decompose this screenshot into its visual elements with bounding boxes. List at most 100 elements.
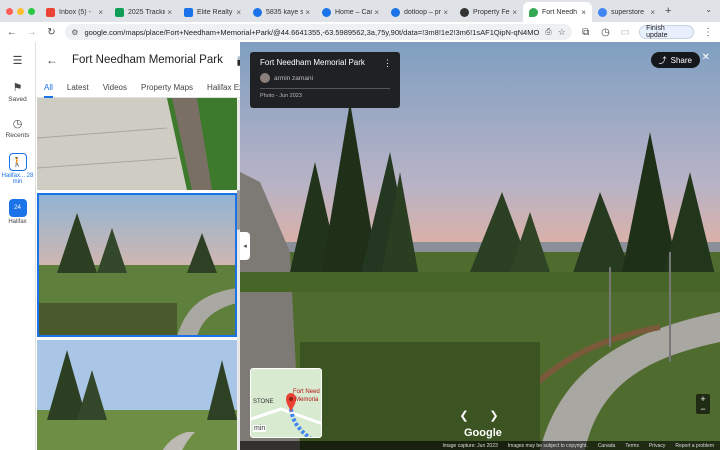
- previous-photo-button[interactable]: ❮: [454, 406, 474, 424]
- zoom-in-button[interactable]: +: [696, 394, 710, 404]
- photo-thumbnail[interactable]: [37, 98, 237, 190]
- star-icon[interactable]: ☆: [558, 27, 566, 38]
- tab-tracking[interactable]: 2025 Trackin ×: [109, 2, 178, 22]
- history-icon: ◷: [12, 118, 23, 130]
- forward-arrow-icon[interactable]: →: [26, 27, 38, 38]
- photos-panel: ← Fort Needham Memorial Park 📷 All Lates…: [36, 42, 240, 450]
- close-tab-icon[interactable]: ×: [236, 8, 241, 17]
- address-bar[interactable]: ⚙ google.com/maps/place/Fort+Needham+Mem…: [65, 24, 572, 40]
- collapse-panel-button[interactable]: ◂: [240, 232, 250, 260]
- tab-dotloop[interactable]: dotloop – pr ×: [385, 2, 454, 22]
- tab-home[interactable]: Home – Can ×: [316, 2, 385, 22]
- maximize-window-button[interactable]: [28, 7, 35, 15]
- new-tab-button[interactable]: +: [665, 5, 671, 17]
- walking-icon: 🚶: [8, 153, 27, 171]
- browser-window: Inbox (5) - × 2025 Trackin × Elite Realty…: [0, 0, 720, 450]
- close-tab-icon[interactable]: ×: [98, 8, 103, 17]
- tab-halifax-explorer[interactable]: Halifax Ex: [207, 83, 240, 92]
- window-controls: [0, 7, 40, 15]
- recents-button[interactable]: ◷ Recents: [6, 117, 30, 139]
- tab-property[interactable]: Property Fe ×: [454, 2, 523, 22]
- minimize-window-button[interactable]: [17, 7, 24, 15]
- close-icon[interactable]: ✕: [702, 52, 710, 63]
- chevron-down-icon[interactable]: ⌄: [705, 5, 712, 14]
- site-info-icon[interactable]: ⚙: [71, 28, 78, 37]
- close-tab-icon[interactable]: ×: [167, 8, 172, 17]
- site-icon: [253, 7, 262, 17]
- photo-viewer[interactable]: Fort Needham Memorial Park armin zamani …: [240, 42, 720, 450]
- tab-videos[interactable]: Videos: [103, 83, 127, 92]
- maps-pin-icon: [529, 7, 538, 17]
- hamburger-menu-icon[interactable]: ☰: [13, 54, 23, 67]
- bookmark-icon: ⚑: [12, 82, 23, 94]
- map-footer: Image capture: Jun 2023 Images may be su…: [240, 441, 720, 450]
- close-tab-icon[interactable]: ×: [305, 8, 310, 17]
- more-options-icon[interactable]: ⋮: [383, 58, 392, 69]
- side-rail: ☰ ⚑ Saved ◷ Recents 🚶 Halifax... 28 min …: [0, 42, 36, 450]
- tab-fort-needham[interactable]: Fort Needh ×: [523, 2, 592, 22]
- photo-author[interactable]: armin zamani: [260, 73, 390, 83]
- footer-link-canada[interactable]: Canada: [598, 443, 616, 449]
- reload-icon[interactable]: ↻: [46, 27, 58, 38]
- recent-item-halifax[interactable]: 24 Halifax: [8, 199, 27, 225]
- google-icon: [598, 7, 607, 17]
- photo-category-tabs: All Latest Videos Property Maps Halifax …: [36, 78, 240, 98]
- gmail-icon: [46, 7, 55, 17]
- tab-all[interactable]: All: [44, 83, 53, 98]
- photo-thumbnail[interactable]: [37, 340, 237, 450]
- divider: [260, 88, 390, 89]
- zoom-controls: + −: [696, 394, 710, 414]
- panel-header: ← Fort Needham Memorial Park 📷: [36, 42, 240, 78]
- next-photo-button[interactable]: ❯: [484, 406, 504, 424]
- tab-bar: Inbox (5) - × 2025 Trackin × Elite Realty…: [0, 0, 720, 22]
- map-label: Memoria: [295, 397, 319, 403]
- close-tab-icon[interactable]: ×: [650, 8, 655, 17]
- map-label: min: [253, 425, 267, 432]
- photo-info-card: Fort Needham Memorial Park armin zamani …: [250, 52, 400, 108]
- browser-toolbar: ← → ↻ ⚙ google.com/maps/place/Fort+Needh…: [0, 22, 720, 42]
- minimap[interactable]: STONE Fort Need Memoria min: [250, 368, 322, 438]
- site-icon: [184, 7, 193, 17]
- photo-date: Photo - Jun 2023: [260, 93, 302, 99]
- footer-link-terms[interactable]: Terms: [625, 443, 639, 449]
- sheets-icon: [115, 7, 124, 17]
- install-icon[interactable]: ⎙: [545, 27, 551, 37]
- footer-link-privacy[interactable]: Privacy: [649, 443, 665, 449]
- tab-superstore[interactable]: superstore ×: [592, 2, 661, 22]
- park-sunset-photo: [37, 193, 237, 337]
- site-icon: [391, 7, 400, 17]
- close-tab-icon[interactable]: ×: [374, 8, 379, 17]
- maps-app: ☰ ⚑ Saved ◷ Recents 🚶 Halifax... 28 min …: [0, 42, 720, 450]
- avatar: [260, 73, 270, 83]
- recent-thumbnail: 24: [8, 199, 27, 217]
- place-name[interactable]: Fort Needham Memorial Park: [260, 58, 390, 67]
- tab-kaye-st[interactable]: 5835 kaye st ×: [247, 2, 316, 22]
- zoom-out-button[interactable]: −: [696, 404, 710, 414]
- close-tab-icon[interactable]: ×: [443, 8, 448, 17]
- saved-button[interactable]: ⚑ Saved: [8, 81, 26, 103]
- more-menu-icon[interactable]: ⋮: [702, 27, 714, 38]
- tab-latest[interactable]: Latest: [67, 83, 89, 92]
- tab-inbox[interactable]: Inbox (5) - ×: [40, 2, 109, 22]
- profile-icon[interactable]: ▭: [619, 27, 631, 38]
- site-icon: [322, 7, 331, 17]
- share-button[interactable]: ⤴ Share: [650, 52, 700, 68]
- extensions-icon[interactable]: ⧉: [580, 27, 592, 38]
- close-window-button[interactable]: [6, 7, 13, 15]
- path-photo: [37, 98, 237, 190]
- map-label: Fort Need: [293, 389, 320, 395]
- close-tab-icon[interactable]: ×: [512, 8, 517, 17]
- google-logo: Google: [464, 427, 502, 439]
- recent-item-halifax-walk[interactable]: 🚶 Halifax... 28 min: [2, 153, 34, 185]
- history-icon[interactable]: ◷: [600, 27, 612, 38]
- site-icon: [460, 7, 469, 17]
- tab-property-maps[interactable]: Property Maps: [141, 83, 193, 92]
- photo-thumbnail-selected[interactable]: [37, 193, 237, 337]
- park-day-photo: [37, 340, 237, 450]
- finish-update-button[interactable]: Finish update: [639, 25, 695, 39]
- back-arrow-icon[interactable]: ←: [46, 53, 58, 67]
- back-arrow-icon[interactable]: ←: [6, 27, 18, 38]
- footer-link-report[interactable]: Report a problem: [675, 443, 714, 449]
- close-tab-icon[interactable]: ×: [581, 8, 586, 17]
- tab-elite-realty[interactable]: Elite Realty ×: [178, 2, 247, 22]
